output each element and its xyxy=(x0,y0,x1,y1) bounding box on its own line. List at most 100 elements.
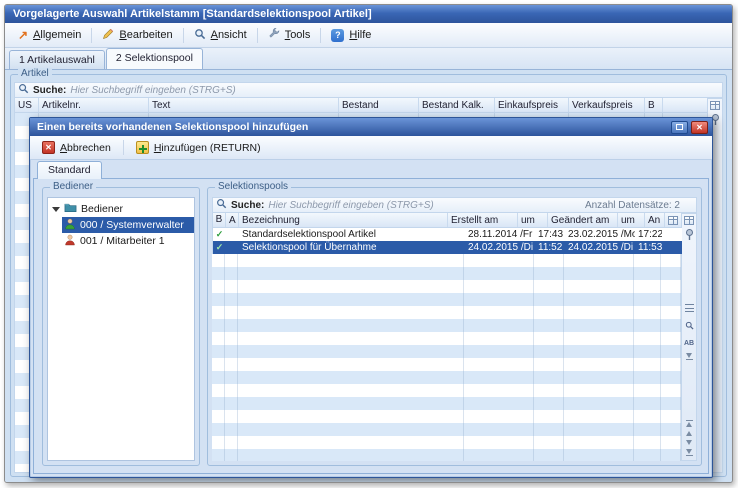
window-titlebar[interactable]: Vorgelagerte Auswahl Artikelstamm [Stand… xyxy=(5,5,732,23)
pools-table-header: B A Bezeichnung Erstellt am um Geändert … xyxy=(212,213,682,228)
tree-expander-icon[interactable] xyxy=(52,207,60,212)
menu-separator xyxy=(257,28,258,43)
jump-arrow-icon: ↗ xyxy=(18,30,28,40)
add-selektionspool-dialog: Einen bereits vorhandenen Selektionspool… xyxy=(29,117,713,478)
column-header-einkaufspreis[interactable]: Einkaufspreis xyxy=(495,98,569,112)
column-header-bezeichnung[interactable]: Bezeichnung xyxy=(239,213,448,227)
cancel-button[interactable]: ✕ Abbrechen xyxy=(33,138,120,157)
tree-node-bediener[interactable]: Bediener xyxy=(48,201,194,217)
cell-erstellt-um: 17:43 xyxy=(535,228,565,241)
tab-selektionspool[interactable]: 2 Selektionspool xyxy=(106,48,203,69)
column-header-a[interactable]: A xyxy=(226,213,239,227)
cell-geaendert-um: 17:22 xyxy=(635,228,662,241)
pools-side-toolbar: AB xyxy=(682,213,697,461)
cell-erstellt-am: 24.02.2015 /Di xyxy=(465,241,535,254)
grid-options-icon[interactable] xyxy=(710,101,720,110)
artikel-group-label: Artikel xyxy=(18,68,52,80)
edit-pencil-icon xyxy=(102,28,114,43)
search-label: Suche: xyxy=(33,85,66,96)
menu-bar: ↗ Allgemein Bearbeiten Ansicht Tools ? H… xyxy=(5,23,732,48)
dialog-content: Bediener Bediener 000 / Systemverwalter … xyxy=(33,178,709,474)
pools-search-input[interactable]: Suche: Hier Suchbegriff eingeben (STRG+S… xyxy=(212,197,697,213)
menu-item-ansicht[interactable]: Ansicht xyxy=(185,24,256,47)
column-header-erstellt-am[interactable]: Erstellt am xyxy=(448,213,518,227)
menu-item-bearbeiten[interactable]: Bearbeiten xyxy=(93,24,181,47)
search-icon xyxy=(216,198,227,212)
menu-item-label: Tools xyxy=(285,29,311,41)
cell-geaendert-am: 23.02.2015 /Mo xyxy=(565,228,635,241)
artikel-search-input[interactable]: Suche: Hier Suchbegriff eingeben (STRG+S… xyxy=(14,82,723,98)
tools-icon xyxy=(268,28,280,43)
column-chooser-button[interactable] xyxy=(665,213,681,227)
tree-node-systemverwalter[interactable]: 000 / Systemverwalter xyxy=(62,217,194,233)
tree-node-label: Bediener xyxy=(81,203,123,215)
row-check-icon: ✓ xyxy=(213,241,226,254)
menu-item-label: Hilfe xyxy=(349,29,371,41)
search-label: Suche: xyxy=(231,200,264,211)
grid-options-icon[interactable] xyxy=(684,216,694,225)
zoom-search-icon[interactable] xyxy=(685,317,694,335)
magnifier-icon xyxy=(194,28,206,43)
menu-separator xyxy=(320,28,321,43)
selektionspools-groupbox: Selektionspools Suche: Hier Suchbegriff … xyxy=(207,187,702,466)
go-previous-button[interactable] xyxy=(686,431,692,436)
restore-icon xyxy=(676,124,683,130)
tab-artikelauswahl[interactable]: 1 Artikelauswahl xyxy=(9,50,105,69)
folder-icon xyxy=(64,202,77,216)
menu-item-label: Ansicht xyxy=(211,29,247,41)
menu-separator xyxy=(91,28,92,43)
pin-icon[interactable] xyxy=(685,228,694,246)
cancel-button-label: Abbrechen xyxy=(60,142,111,154)
column-header-artikelnr[interactable]: Artikelnr. xyxy=(39,98,149,112)
record-count: Anzahl Datensätze: 2 xyxy=(585,200,680,211)
search-icon xyxy=(18,83,29,97)
column-list-icon[interactable] xyxy=(685,304,694,312)
column-header-us[interactable]: US xyxy=(15,98,39,112)
cell-bezeichnung: Selektionspool für Übernahme xyxy=(239,241,465,254)
tab-standard[interactable]: Standard xyxy=(37,161,102,179)
user-icon xyxy=(64,218,76,233)
main-tab-strip: 1 Artikelauswahl 2 Selektionspool xyxy=(5,48,732,69)
user-icon xyxy=(64,234,76,249)
app-window: Vorgelagerte Auswahl Artikelstamm [Stand… xyxy=(4,4,733,483)
table-row-selektionspool-uebernahme[interactable]: ✓ Selektionspool für Übernahme 24.02.201… xyxy=(212,241,682,254)
table-row-standardselektionspool[interactable]: ✓ Standardselektionspool Artikel 28.11.2… xyxy=(212,228,682,241)
column-header-b[interactable]: B xyxy=(645,98,663,112)
cell-erstellt-am: 28.11.2014 /Fr xyxy=(465,228,535,241)
jump-to-bottom-icon[interactable] xyxy=(686,353,693,360)
column-header-text[interactable]: Text xyxy=(149,98,339,112)
column-header-verkaufspreis[interactable]: Verkaufspreis xyxy=(569,98,645,112)
column-header-geaendert-am[interactable]: Geändert am xyxy=(548,213,618,227)
help-icon: ? xyxy=(331,29,344,42)
column-header-um1[interactable]: um xyxy=(518,213,548,227)
column-header-an[interactable]: An xyxy=(645,213,665,227)
cell-geaendert-um: 11:53 xyxy=(635,241,662,254)
go-next-button[interactable] xyxy=(686,440,692,445)
pools-table-filler xyxy=(212,254,682,461)
menu-item-label: Allgemein xyxy=(33,29,81,41)
bediener-group-label: Bediener xyxy=(50,181,96,193)
search-placeholder: Hier Suchbegriff eingeben (STRG+S) xyxy=(268,200,433,211)
toolbar-separator xyxy=(123,140,124,155)
column-header-bestand-kalk[interactable]: Bestand Kalk. xyxy=(419,98,495,112)
menu-separator xyxy=(183,28,184,43)
artikel-table-header: US Artikelnr. Text Bestand Bestand Kalk.… xyxy=(14,98,708,113)
restore-button[interactable] xyxy=(671,121,688,134)
column-header-bestand[interactable]: Bestand xyxy=(339,98,419,112)
tree-node-mitarbeiter-1[interactable]: 001 / Mitarbeiter 1 xyxy=(62,233,194,249)
sort-ab-icon[interactable]: AB xyxy=(684,340,694,348)
dialog-title: Einen bereits vorhandenen Selektionspool… xyxy=(37,118,668,136)
menu-item-tools[interactable]: Tools xyxy=(259,24,320,47)
add-button-label: Hinzufügen (RETURN) xyxy=(154,142,261,154)
close-button[interactable]: ✕ xyxy=(691,121,708,134)
menu-item-hilfe[interactable]: ? Hilfe xyxy=(322,25,380,46)
cell-geaendert-am: 24.02.2015 /Di xyxy=(565,241,635,254)
column-header-b[interactable]: B xyxy=(213,213,226,227)
menu-item-allgemein[interactable]: ↗ Allgemein xyxy=(9,25,90,45)
window-title: Vorgelagerte Auswahl Artikelstamm [Stand… xyxy=(13,8,372,20)
add-button[interactable]: Hinzufügen (RETURN) xyxy=(127,138,270,157)
dialog-titlebar[interactable]: Einen bereits vorhandenen Selektionspool… xyxy=(30,118,712,136)
go-first-button[interactable] xyxy=(686,420,693,427)
column-header-um2[interactable]: um xyxy=(618,213,645,227)
go-last-button[interactable] xyxy=(686,449,693,456)
